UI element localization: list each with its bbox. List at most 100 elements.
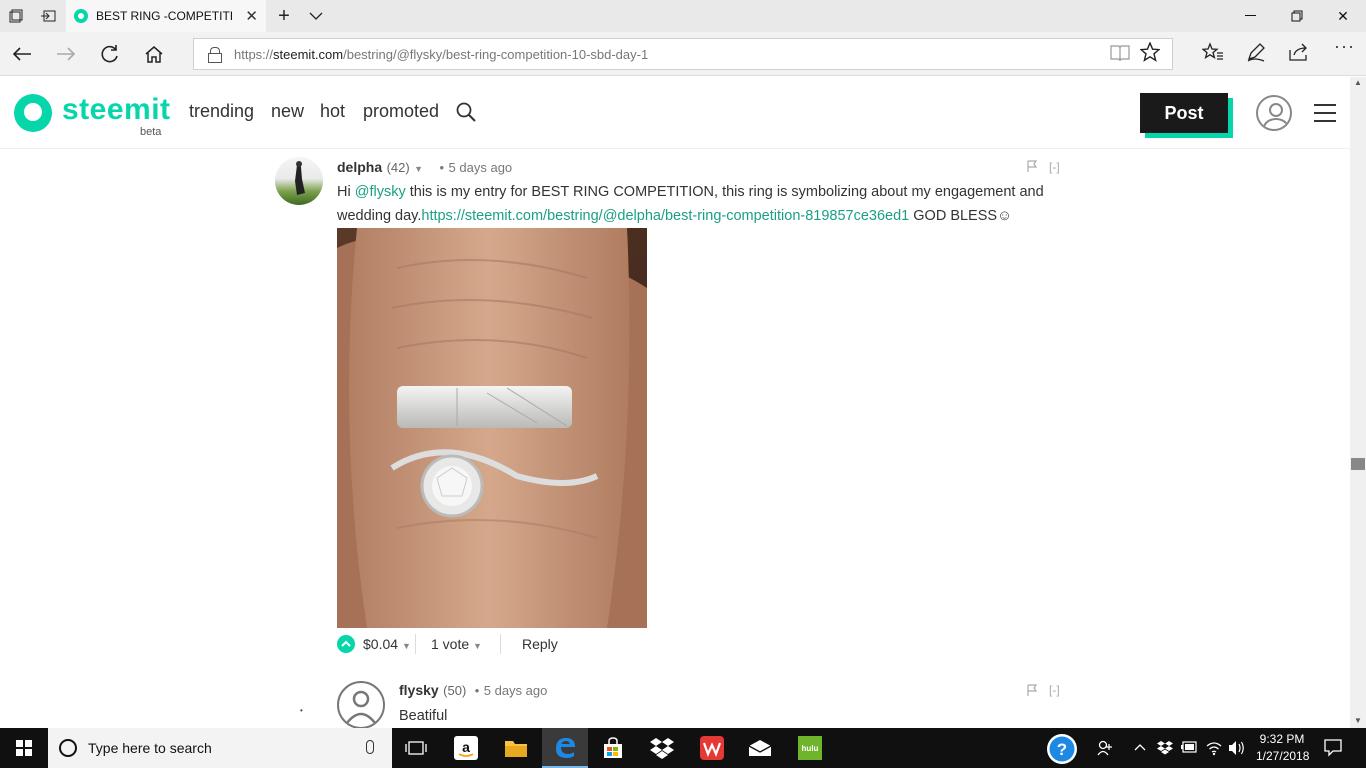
action-center-icon[interactable] [1324,739,1342,760]
hulu-label: hulu [802,744,819,753]
scroll-up-icon[interactable]: ▲ [1350,78,1366,88]
tab-title: BEST RING -COMPETITI [96,9,232,23]
reading-view-icon[interactable] [1110,44,1130,67]
user-avatar-icon[interactable] [1256,95,1292,131]
reply-link[interactable]: Reply [522,636,558,652]
mention-link[interactable]: @flysky [355,184,406,200]
address-bar[interactable]: https://steemit.com/bestring/@flysky/bes… [193,38,1173,70]
favorites-hub-icon[interactable] [1201,42,1224,67]
store-icon[interactable] [601,736,625,760]
taskbar-search-input[interactable]: Type here to search [48,728,392,768]
comment-header-flysky: flysky (50) • 5 days ago [399,682,547,700]
comment-author[interactable]: delpha [337,159,382,175]
chevron-down-icon: ▼ [473,641,482,651]
chevron-down-icon: ▼ [401,641,411,651]
flag-icon[interactable] [1026,160,1038,175]
back-arrow-icon[interactable] [6,38,38,70]
new-tab-icon[interactable]: + [268,0,300,32]
windows-start-icon[interactable] [0,728,48,768]
steemit-favicon-icon [74,9,88,23]
wifi-icon[interactable] [1205,740,1223,759]
scroll-down-icon[interactable]: ▼ [1350,716,1366,726]
comment-separator-dot: • [439,160,445,175]
collapse-toggle[interactable]: [-] [1049,683,1060,697]
more-options-icon[interactable]: ··· [1334,36,1355,57]
cortana-icon [59,739,77,757]
author-reputation: (50) [443,683,467,698]
task-view-icon[interactable] [404,736,428,760]
web-note-pen-icon[interactable] [1246,42,1266,67]
nav-trending[interactable]: trending [189,101,254,122]
url-path: /bestring/@flysky/best-ring-competition-… [343,46,649,62]
comment-header-delpha: delpha (42) ▼ • 5 days ago [337,159,512,177]
browser-tab-strip: BEST RING -COMPETITI ✕ + ✕ [0,0,1366,32]
volume-icon[interactable] [1228,740,1246,759]
nav-hot[interactable]: hot [320,101,345,122]
nav-new[interactable]: new [271,101,304,122]
active-tab[interactable]: BEST RING -COMPETITI ✕ [66,0,266,32]
entry-link[interactable]: https://steemit.com/bestring/@delpha/bes… [421,208,909,224]
post-button[interactable]: Post [1140,93,1228,133]
tab-close-icon[interactable]: ✕ [245,7,258,25]
nav-promoted[interactable]: promoted [363,101,439,122]
author-reputation: (42) [386,160,410,175]
comment-avatar-delpha[interactable] [275,157,323,205]
close-window-icon[interactable]: ✕ [1320,0,1366,32]
search-icon[interactable] [456,102,476,127]
clock[interactable]: 9:32 PM 1/27/2018 [1256,732,1309,763]
file-explorer-icon[interactable] [504,736,528,760]
thread-dot: • [300,706,303,715]
comment-separator-dot: • [474,683,480,698]
battery-icon[interactable] [1180,741,1198,756]
chevron-down-icon[interactable] [300,0,332,32]
votes-dropdown[interactable]: 1 vote ▼ [431,636,482,652]
svg-text:?: ? [1057,740,1067,759]
comment-time[interactable]: 5 days ago [449,160,513,175]
site-header: steemit beta trending new hot promoted P… [0,77,1350,149]
help-icon[interactable]: ? [1046,733,1078,768]
payout-dropdown[interactable]: $0.04 ▼ [363,636,411,652]
browser-navbar: https://steemit.com/bestring/@flysky/bes… [0,32,1366,76]
edge-browser-icon[interactable] [542,728,588,768]
collapse-toggle[interactable]: [-] [1049,160,1060,174]
comment-avatar-flysky[interactable] [337,681,385,729]
amazon-icon[interactable]: a [454,736,478,760]
tab-preview-icon[interactable] [32,0,64,32]
dropbox-tray-icon[interactable] [1157,740,1173,758]
tray-chevron-up-icon[interactable] [1134,741,1146,755]
restore-icon[interactable] [1274,0,1320,32]
body-tail: GOD BLESS☺ [909,208,1012,224]
comment-author[interactable]: flysky [399,682,439,698]
url-host: steemit.com [273,46,344,62]
search-placeholder: Type here to search [88,740,212,756]
people-icon[interactable] [1097,740,1113,759]
footer-divider [415,634,416,654]
dropbox-icon[interactable] [650,736,674,760]
comment-time[interactable]: 5 days ago [484,683,548,698]
microphone-icon[interactable] [366,740,374,754]
favorite-star-icon[interactable] [1139,41,1161,67]
minimize-icon[interactable] [1228,0,1274,32]
steemit-logo-icon[interactable] [14,94,52,132]
site-logo-text[interactable]: steemit [62,93,171,127]
wps-office-icon[interactable] [700,736,724,760]
home-icon[interactable] [138,38,170,70]
upvote-icon[interactable] [337,635,355,653]
forward-arrow-icon[interactable] [50,38,82,70]
share-icon[interactable] [1288,42,1310,67]
ring-photo[interactable] [337,228,647,628]
flag-icon[interactable] [1026,684,1038,699]
scrollbar-thumb[interactable] [1351,458,1365,470]
hamburger-menu-icon[interactable] [1314,104,1336,122]
hulu-icon[interactable]: hulu [798,736,822,760]
tab-set-aside-icon[interactable] [0,0,32,32]
author-dropdown-icon[interactable]: ▼ [414,164,423,174]
footer-divider [500,634,501,654]
comment-body-flysky: Beatiful [399,708,448,724]
comment-body-delpha: Hi @flysky this is my entry for BEST RIN… [337,180,1077,228]
body-greeting: Hi [337,184,355,200]
page-scrollbar[interactable] [1350,77,1366,728]
mail-icon[interactable] [748,736,772,760]
refresh-icon[interactable] [94,38,126,70]
svg-text:a: a [462,739,470,755]
